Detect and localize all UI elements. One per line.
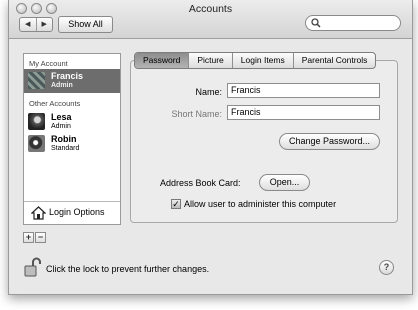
- name-label: Name:: [195, 87, 222, 97]
- account-name: Francis: [51, 71, 84, 81]
- search-input[interactable]: [305, 15, 401, 31]
- toolbar: Accounts ◀ ▶ Show All: [9, 0, 412, 39]
- account-name: Lesa: [51, 112, 72, 122]
- avatar: [28, 72, 45, 89]
- short-name-field[interactable]: Francis: [227, 105, 380, 120]
- unlocked-lock-icon[interactable]: [24, 257, 41, 277]
- short-name-label: Short Name:: [171, 109, 222, 119]
- account-role: Admin: [51, 123, 71, 130]
- house-icon: [31, 206, 46, 220]
- login-options-item[interactable]: Login Options: [24, 201, 120, 224]
- back-forward-control: ◀ ▶: [19, 17, 53, 32]
- admin-checkbox-label: Allow user to administer this computer: [184, 199, 337, 209]
- search-icon: [311, 18, 321, 28]
- avatar: [28, 113, 45, 130]
- tab-parental-controls[interactable]: Parental Controls: [294, 53, 376, 68]
- tab-picture[interactable]: Picture: [189, 53, 233, 68]
- name-field[interactable]: Francis: [227, 83, 380, 98]
- account-role: Admin: [51, 82, 73, 89]
- account-name: Robin: [51, 134, 77, 144]
- change-password-button[interactable]: Change Password...: [279, 133, 380, 150]
- add-account-button[interactable]: +: [23, 232, 34, 243]
- admin-checkbox[interactable]: ✓: [171, 199, 181, 209]
- tab-bar: Password Picture Login Items Parental Co…: [134, 52, 377, 69]
- open-address-book-button[interactable]: Open...: [259, 174, 310, 191]
- lock-status-text: Click the lock to prevent further change…: [46, 264, 210, 274]
- my-account-header: My Account: [29, 59, 68, 68]
- login-options-label: Login Options: [49, 207, 105, 217]
- tab-password[interactable]: Password: [135, 53, 190, 68]
- accounts-list: My Account Francis Admin Other Accounts …: [23, 53, 121, 225]
- avatar: [28, 135, 45, 152]
- account-item-francis[interactable]: Francis Admin: [24, 69, 120, 93]
- account-item-lesa[interactable]: Lesa Admin: [24, 110, 120, 134]
- back-button[interactable]: ◀: [20, 18, 37, 31]
- accounts-window: Accounts ◀ ▶ Show All My Account Francis…: [8, 0, 413, 295]
- tab-login-items[interactable]: Login Items: [233, 53, 294, 68]
- help-button[interactable]: ?: [379, 260, 394, 275]
- forward-button[interactable]: ▶: [37, 18, 53, 31]
- window-title: Accounts: [188, 3, 233, 15]
- show-all-button[interactable]: Show All: [58, 16, 113, 33]
- account-role: Standard: [51, 145, 80, 152]
- address-book-label: Address Book Card:: [160, 178, 241, 188]
- other-accounts-header: Other Accounts: [29, 99, 81, 108]
- remove-account-button[interactable]: −: [35, 232, 46, 243]
- account-item-robin[interactable]: Robin Standard: [24, 132, 120, 156]
